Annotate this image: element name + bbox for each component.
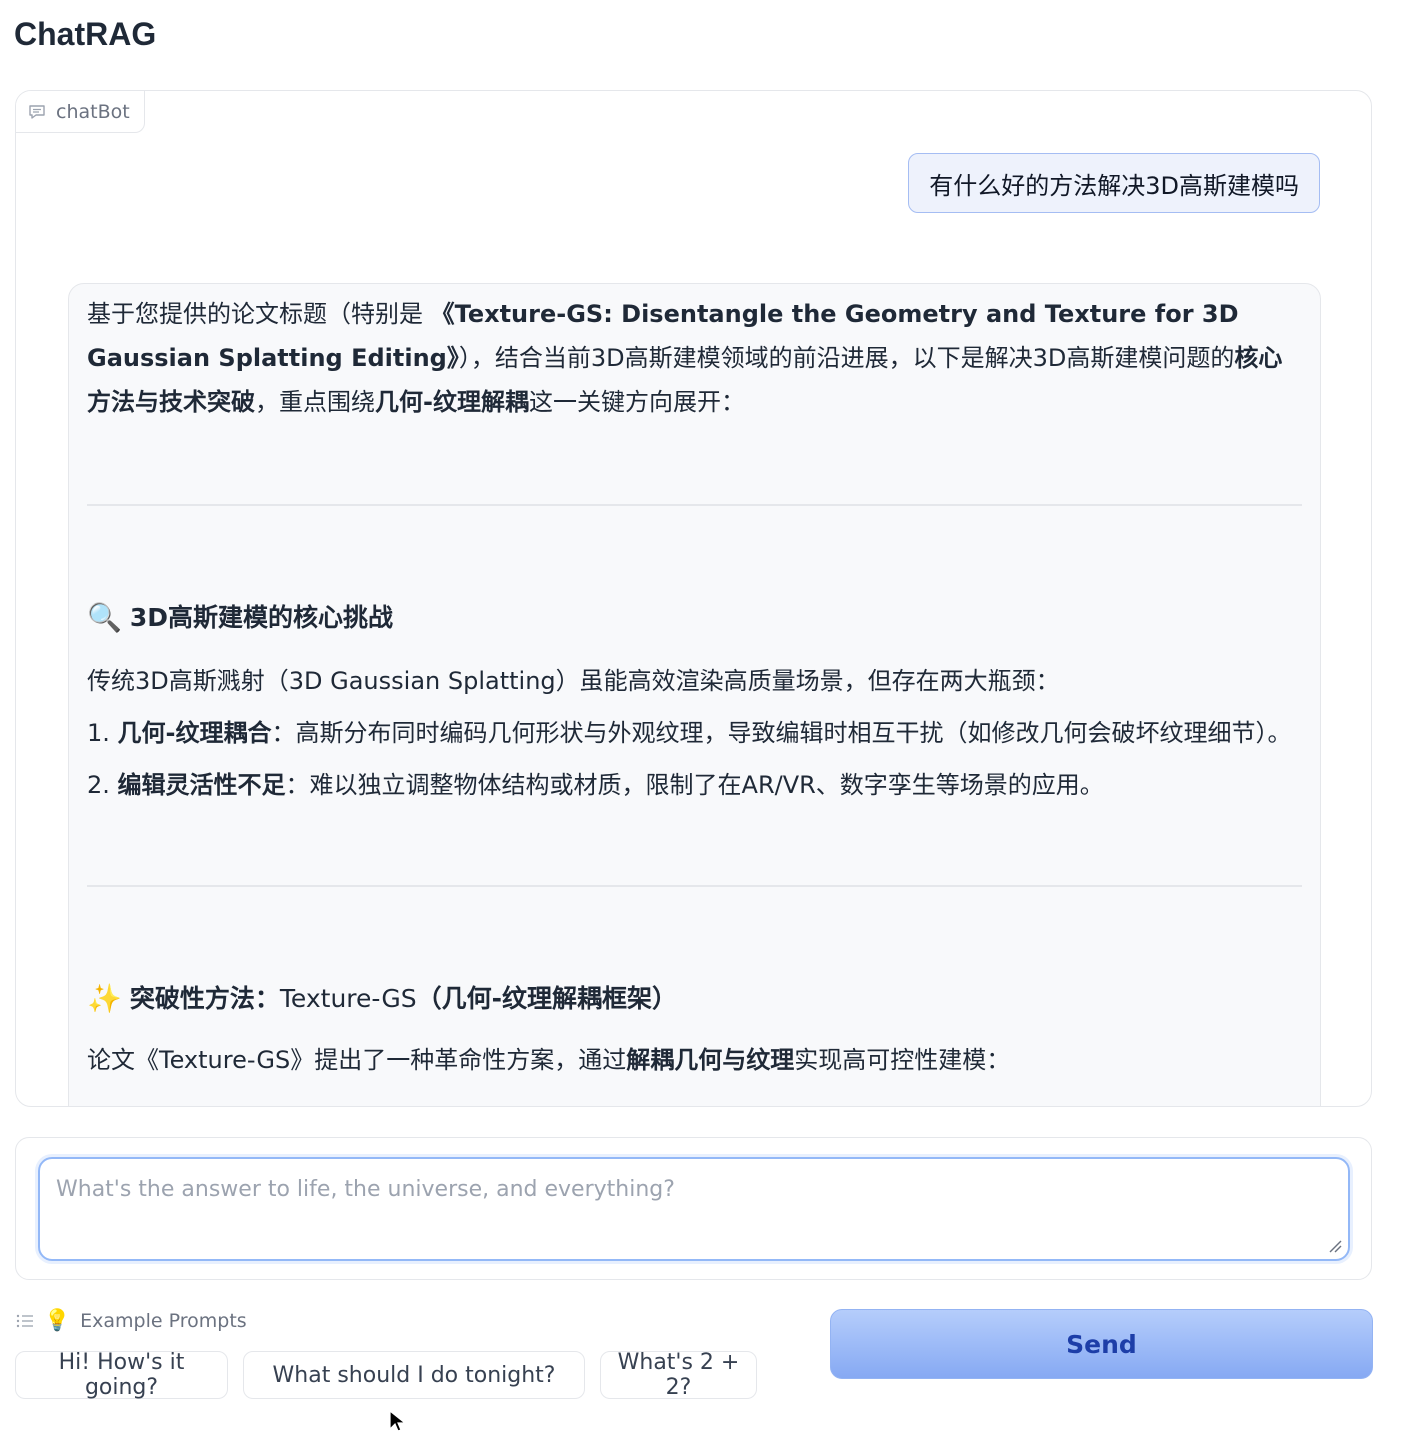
section-heading: 🔍 3D高斯建模的核心挑战: [87, 598, 1302, 638]
divider: [87, 885, 1302, 887]
example-prompt-button[interactable]: What's 2 + 2?: [600, 1350, 757, 1400]
mouse-cursor-icon: [389, 1410, 407, 1432]
list-item: 1. 几何-纹理耦合：高斯分布同时编码几何形状与外观纹理，导致编辑时相互干扰（如…: [87, 719, 1292, 747]
list-item: 2. 编辑灵活性不足：难以独立调整物体结构或材质，限制了在AR/VR、数字孪生等…: [87, 771, 1104, 799]
input-panel: [15, 1137, 1372, 1280]
bot-message: 基于您提供的论文标题（特别是 《Texture-GS: Disentangle …: [68, 283, 1321, 1106]
lightbulb-icon: 💡: [44, 1308, 71, 1332]
example-prompt-button[interactable]: Hi! How's it going?: [15, 1350, 228, 1400]
chat-icon: [29, 104, 45, 119]
sparkles-icon: ✨: [87, 982, 122, 1015]
list-icon: [16, 1314, 33, 1327]
examples-header-label: Example Prompts: [80, 1309, 247, 1332]
chatbot-label-text: chatBot: [56, 100, 130, 123]
resize-handle-icon[interactable]: [1328, 1239, 1342, 1253]
section-heading: ✨ 突破性方法：Texture-GS（几何-纹理解耦框架）: [87, 979, 1302, 1019]
message-input[interactable]: [40, 1159, 1348, 1259]
section-paragraph: 传统3D高斯溅射（3D Gaussian Splatting）虽能高效渲染高质量…: [87, 667, 1060, 695]
chatbot-label: chatBot: [16, 91, 145, 133]
user-message: 有什么好的方法解决3D高斯建模吗: [908, 153, 1320, 213]
examples-header: 💡 Example Prompts: [16, 1308, 247, 1333]
divider: [87, 504, 1302, 506]
send-button[interactable]: Send: [830, 1309, 1373, 1379]
bot-intro: 基于您提供的论文标题（特别是 《Texture-GS: Disentangle …: [87, 300, 1283, 416]
magnifier-icon: 🔍: [87, 601, 122, 634]
message-box: [38, 1157, 1350, 1261]
chatbot-panel: chatBot 有什么好的方法解决3D高斯建模吗 基于您提供的论文标题（特别是 …: [15, 90, 1372, 1107]
section-paragraph: 论文《Texture-GS》提出了一种革命性方案，通过解耦几何与纹理实现高可控性…: [87, 1046, 1011, 1074]
example-prompt-button[interactable]: What should I do tonight?: [243, 1351, 585, 1399]
app-title: ChatRAG: [14, 16, 157, 52]
